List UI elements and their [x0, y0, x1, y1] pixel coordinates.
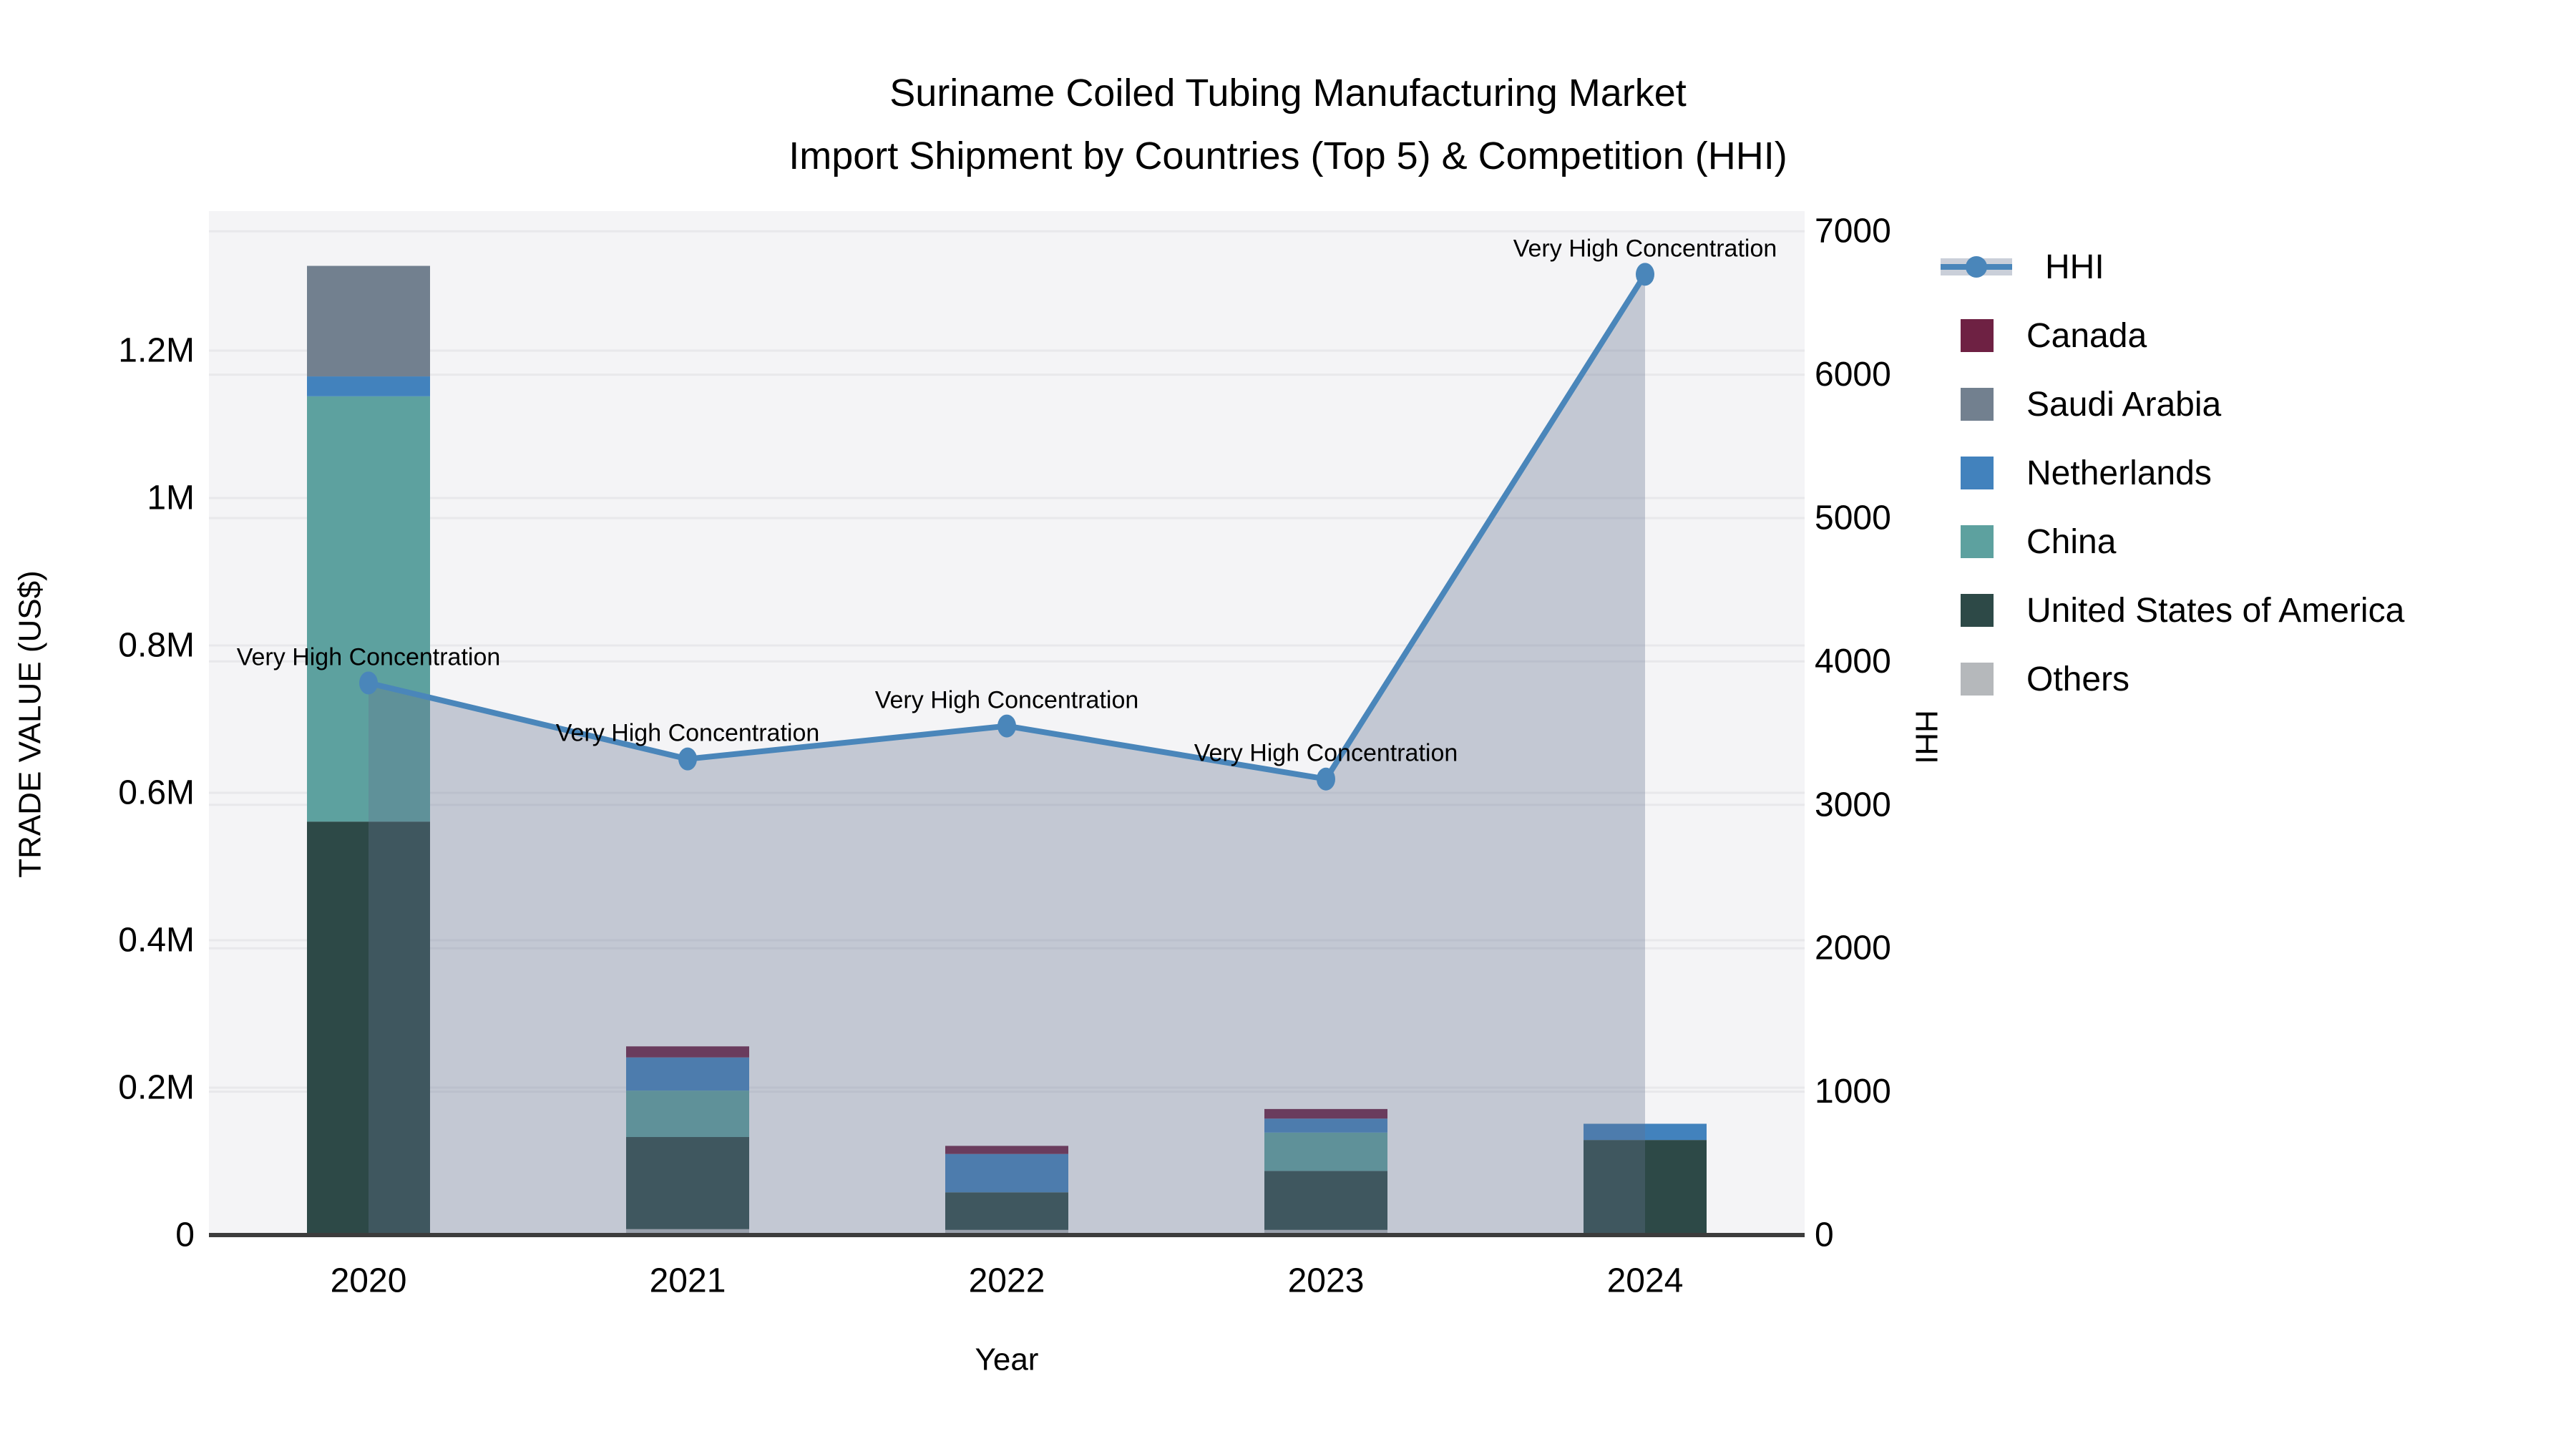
- legend-item-usa: United States of America: [1941, 576, 2404, 645]
- legend-label-others: Others: [2026, 660, 2130, 698]
- y-left-tick-0: 0: [175, 1216, 195, 1254]
- saudi-arabia-swatch-icon: [1961, 388, 1994, 421]
- annotation-2022: Very High Concentration: [875, 687, 1139, 714]
- legend-label-hhi: HHI: [2045, 248, 2104, 286]
- x-tick-2024: 2024: [1607, 1262, 1684, 1300]
- legend: HHI Canada Saudi Arabia Netherlands Chin…: [1941, 233, 2404, 713]
- hhi-point-2021: [678, 747, 697, 771]
- legend-label-netherlands: Netherlands: [2026, 454, 2212, 492]
- china-swatch-icon: [1961, 525, 1994, 558]
- x-axis-line: [209, 1233, 1805, 1237]
- legend-item-netherlands: Netherlands: [1941, 439, 2404, 507]
- usa-swatch-icon: [1961, 594, 1994, 627]
- y-axis-title-right: HHI: [1909, 710, 1944, 764]
- annotation-2021: Very High Concentration: [556, 720, 820, 747]
- y-left-tick-1M: 1M: [147, 479, 195, 517]
- y-right-tick-6000: 6000: [1815, 356, 1891, 394]
- x-tick-2023: 2023: [1288, 1262, 1365, 1300]
- legend-item-china: China: [1941, 507, 2404, 576]
- y-left-tick-0.8M: 0.8M: [118, 627, 195, 665]
- y-left-tick-0.6M: 0.6M: [118, 774, 195, 812]
- y-right-tick-2000: 2000: [1815, 930, 1891, 967]
- annotation-2023: Very High Concentration: [1194, 740, 1458, 767]
- y-right-tick-5000: 5000: [1815, 499, 1891, 537]
- hhi-line-swatch-icon: [1941, 256, 2012, 278]
- legend-item-others: Others: [1941, 645, 2404, 713]
- legend-label-usa: United States of America: [2026, 591, 2405, 630]
- x-tick-2020: 2020: [331, 1262, 407, 1300]
- y-right-tick-1000: 1000: [1815, 1073, 1891, 1111]
- y-left-tick-0.4M: 0.4M: [118, 922, 195, 960]
- chart-title-line1: Suriname Coiled Tubing Manufacturing Mar…: [889, 72, 1687, 114]
- y-right-tick-7000: 7000: [1815, 213, 1891, 250]
- x-tick-2021: 2021: [650, 1262, 726, 1300]
- netherlands-swatch-icon: [1961, 457, 1994, 489]
- hhi-point-2020: [359, 671, 378, 695]
- y-left-tick-1.2M: 1.2M: [118, 332, 195, 370]
- chart-title-line2: Import Shipment by Countries (Top 5) & C…: [789, 135, 1787, 177]
- y-axis-title-left: TRADE VALUE (US$): [13, 570, 48, 878]
- chart-canvas: 0 0.2M 0.4M 0.6M 0.8M 1M 1.2M 0 1000 2000 3000 4000…: [13, 72, 1944, 1377]
- legend-label-saudi-arabia: Saudi Arabia: [2026, 385, 2222, 424]
- legend-label-canada: Canada: [2026, 316, 2147, 355]
- others-swatch-icon: [1961, 663, 1994, 696]
- x-tick-2022: 2022: [969, 1262, 1045, 1300]
- legend-label-china: China: [2026, 522, 2117, 561]
- bar-segment-2020-saudi-arabia: [307, 265, 430, 377]
- annotation-2020: Very High Concentration: [237, 643, 501, 670]
- legend-item-saudi-arabia: Saudi Arabia: [1941, 370, 2404, 439]
- hhi-point-2023: [1317, 767, 1335, 791]
- y-right-tick-0: 0: [1815, 1216, 1834, 1254]
- y-left-tick-0.2M: 0.2M: [118, 1069, 195, 1107]
- bar-segment-2020-netherlands: [307, 376, 430, 396]
- legend-item-canada: Canada: [1941, 301, 2404, 370]
- legend-item-hhi: HHI: [1941, 233, 2404, 301]
- hhi-point-2024: [1636, 263, 1654, 286]
- y-right-tick-3000: 3000: [1815, 786, 1891, 824]
- chart-figure: 0 0.2M 0.4M 0.6M 0.8M 1M 1.2M 0 1000 2000 3000 4000…: [0, 0, 2576, 1449]
- annotation-2024: Very High Concentration: [1513, 235, 1777, 262]
- x-axis-title: Year: [975, 1342, 1039, 1377]
- canada-swatch-icon: [1961, 319, 1994, 352]
- y-right-tick-4000: 4000: [1815, 643, 1891, 680]
- hhi-point-2022: [997, 714, 1016, 738]
